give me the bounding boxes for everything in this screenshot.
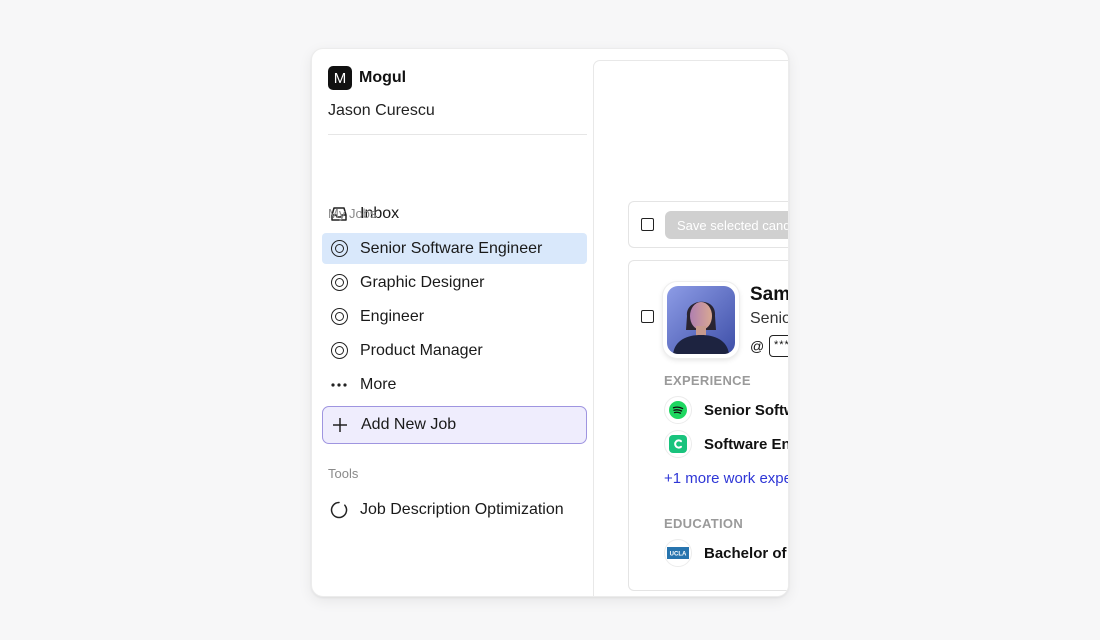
experience-item: Software Engineer <box>664 430 789 458</box>
loading-circle-icon <box>330 501 348 519</box>
page-background: M Mogul Jason Curescu Inbox My Jobs Seni… <box>0 0 1100 640</box>
company-c-icon <box>664 430 692 458</box>
target-icon <box>330 342 348 360</box>
experience-title: Software Engineer <box>704 435 789 453</box>
selection-toolbar: Save selected candidates <box>628 201 788 248</box>
experience-item: Senior Software Engineer <box>664 396 788 424</box>
sidebar-item-label: Job Description Optimization <box>360 500 564 518</box>
candidate-photo-icon <box>667 286 735 354</box>
candidate-name[interactable]: Samantha <box>750 284 788 306</box>
save-selected-button[interactable]: Save selected candidates <box>665 211 788 239</box>
education-heading: EDUCATION <box>664 516 744 531</box>
experience-title: Senior Software Engineer <box>704 401 788 419</box>
sidebar-item-job[interactable]: Graphic Designer <box>322 267 587 298</box>
brand[interactable]: M Mogul <box>328 66 406 90</box>
target-icon <box>330 308 348 326</box>
at-icon: @ <box>750 338 765 354</box>
sidebar-item-label: Engineer <box>360 307 425 325</box>
more-dots-icon <box>330 376 348 394</box>
target-icon <box>330 274 348 292</box>
candidate-checkbox[interactable] <box>641 310 654 323</box>
sidebar-item-label: More <box>360 375 397 393</box>
education-degree: Bachelor of Science <box>704 544 788 562</box>
candidate-title: Senior Software Engineer <box>750 310 788 327</box>
svg-text:UCLA: UCLA <box>670 552 687 558</box>
sidebar-item-job[interactable]: Engineer <box>322 301 587 332</box>
mogul-logo-icon: M <box>328 66 352 90</box>
sidebar-item-job[interactable]: Senior Software Engineer <box>322 233 587 264</box>
sidebar: M Mogul Jason Curescu Inbox My Jobs Seni… <box>312 49 593 596</box>
sidebar-item-label: Product Manager <box>360 341 483 359</box>
masked-handle[interactable]: ***** <box>769 335 788 357</box>
add-new-job-button[interactable]: Add New Job <box>322 406 587 444</box>
sidebar-item-label: Graphic Designer <box>360 273 485 291</box>
main-panel: Save selected candidates <box>593 60 789 596</box>
sidebar-item-tool[interactable]: Job Description Optimization <box>322 494 587 525</box>
divider <box>328 134 587 135</box>
experience-heading: EXPERIENCE <box>664 373 751 388</box>
avatar <box>663 282 739 358</box>
spotify-icon <box>664 396 692 424</box>
sidebar-item-job[interactable]: Product Manager <box>322 335 587 366</box>
app-window: M Mogul Jason Curescu Inbox My Jobs Seni… <box>311 48 789 597</box>
user-name[interactable]: Jason Curescu <box>328 102 435 120</box>
plus-icon <box>331 416 349 434</box>
my-jobs-heading: My Jobs <box>328 206 377 221</box>
target-icon <box>330 240 348 258</box>
ucla-icon: UCLA <box>664 539 692 567</box>
candidate-card[interactable]: Samantha Senior Software Engineer @ ****… <box>628 260 789 591</box>
add-job-label: Add New Job <box>361 416 457 433</box>
sidebar-item-more[interactable]: More <box>322 369 587 400</box>
select-all-checkbox[interactable] <box>641 218 654 231</box>
tools-heading: Tools <box>328 466 359 481</box>
education-item: UCLA Bachelor of Science <box>664 539 788 567</box>
sidebar-item-label: Senior Software Engineer <box>360 239 543 257</box>
brand-name: Mogul <box>359 69 407 86</box>
more-experience-link[interactable]: +1 more work experience <box>664 470 788 487</box>
